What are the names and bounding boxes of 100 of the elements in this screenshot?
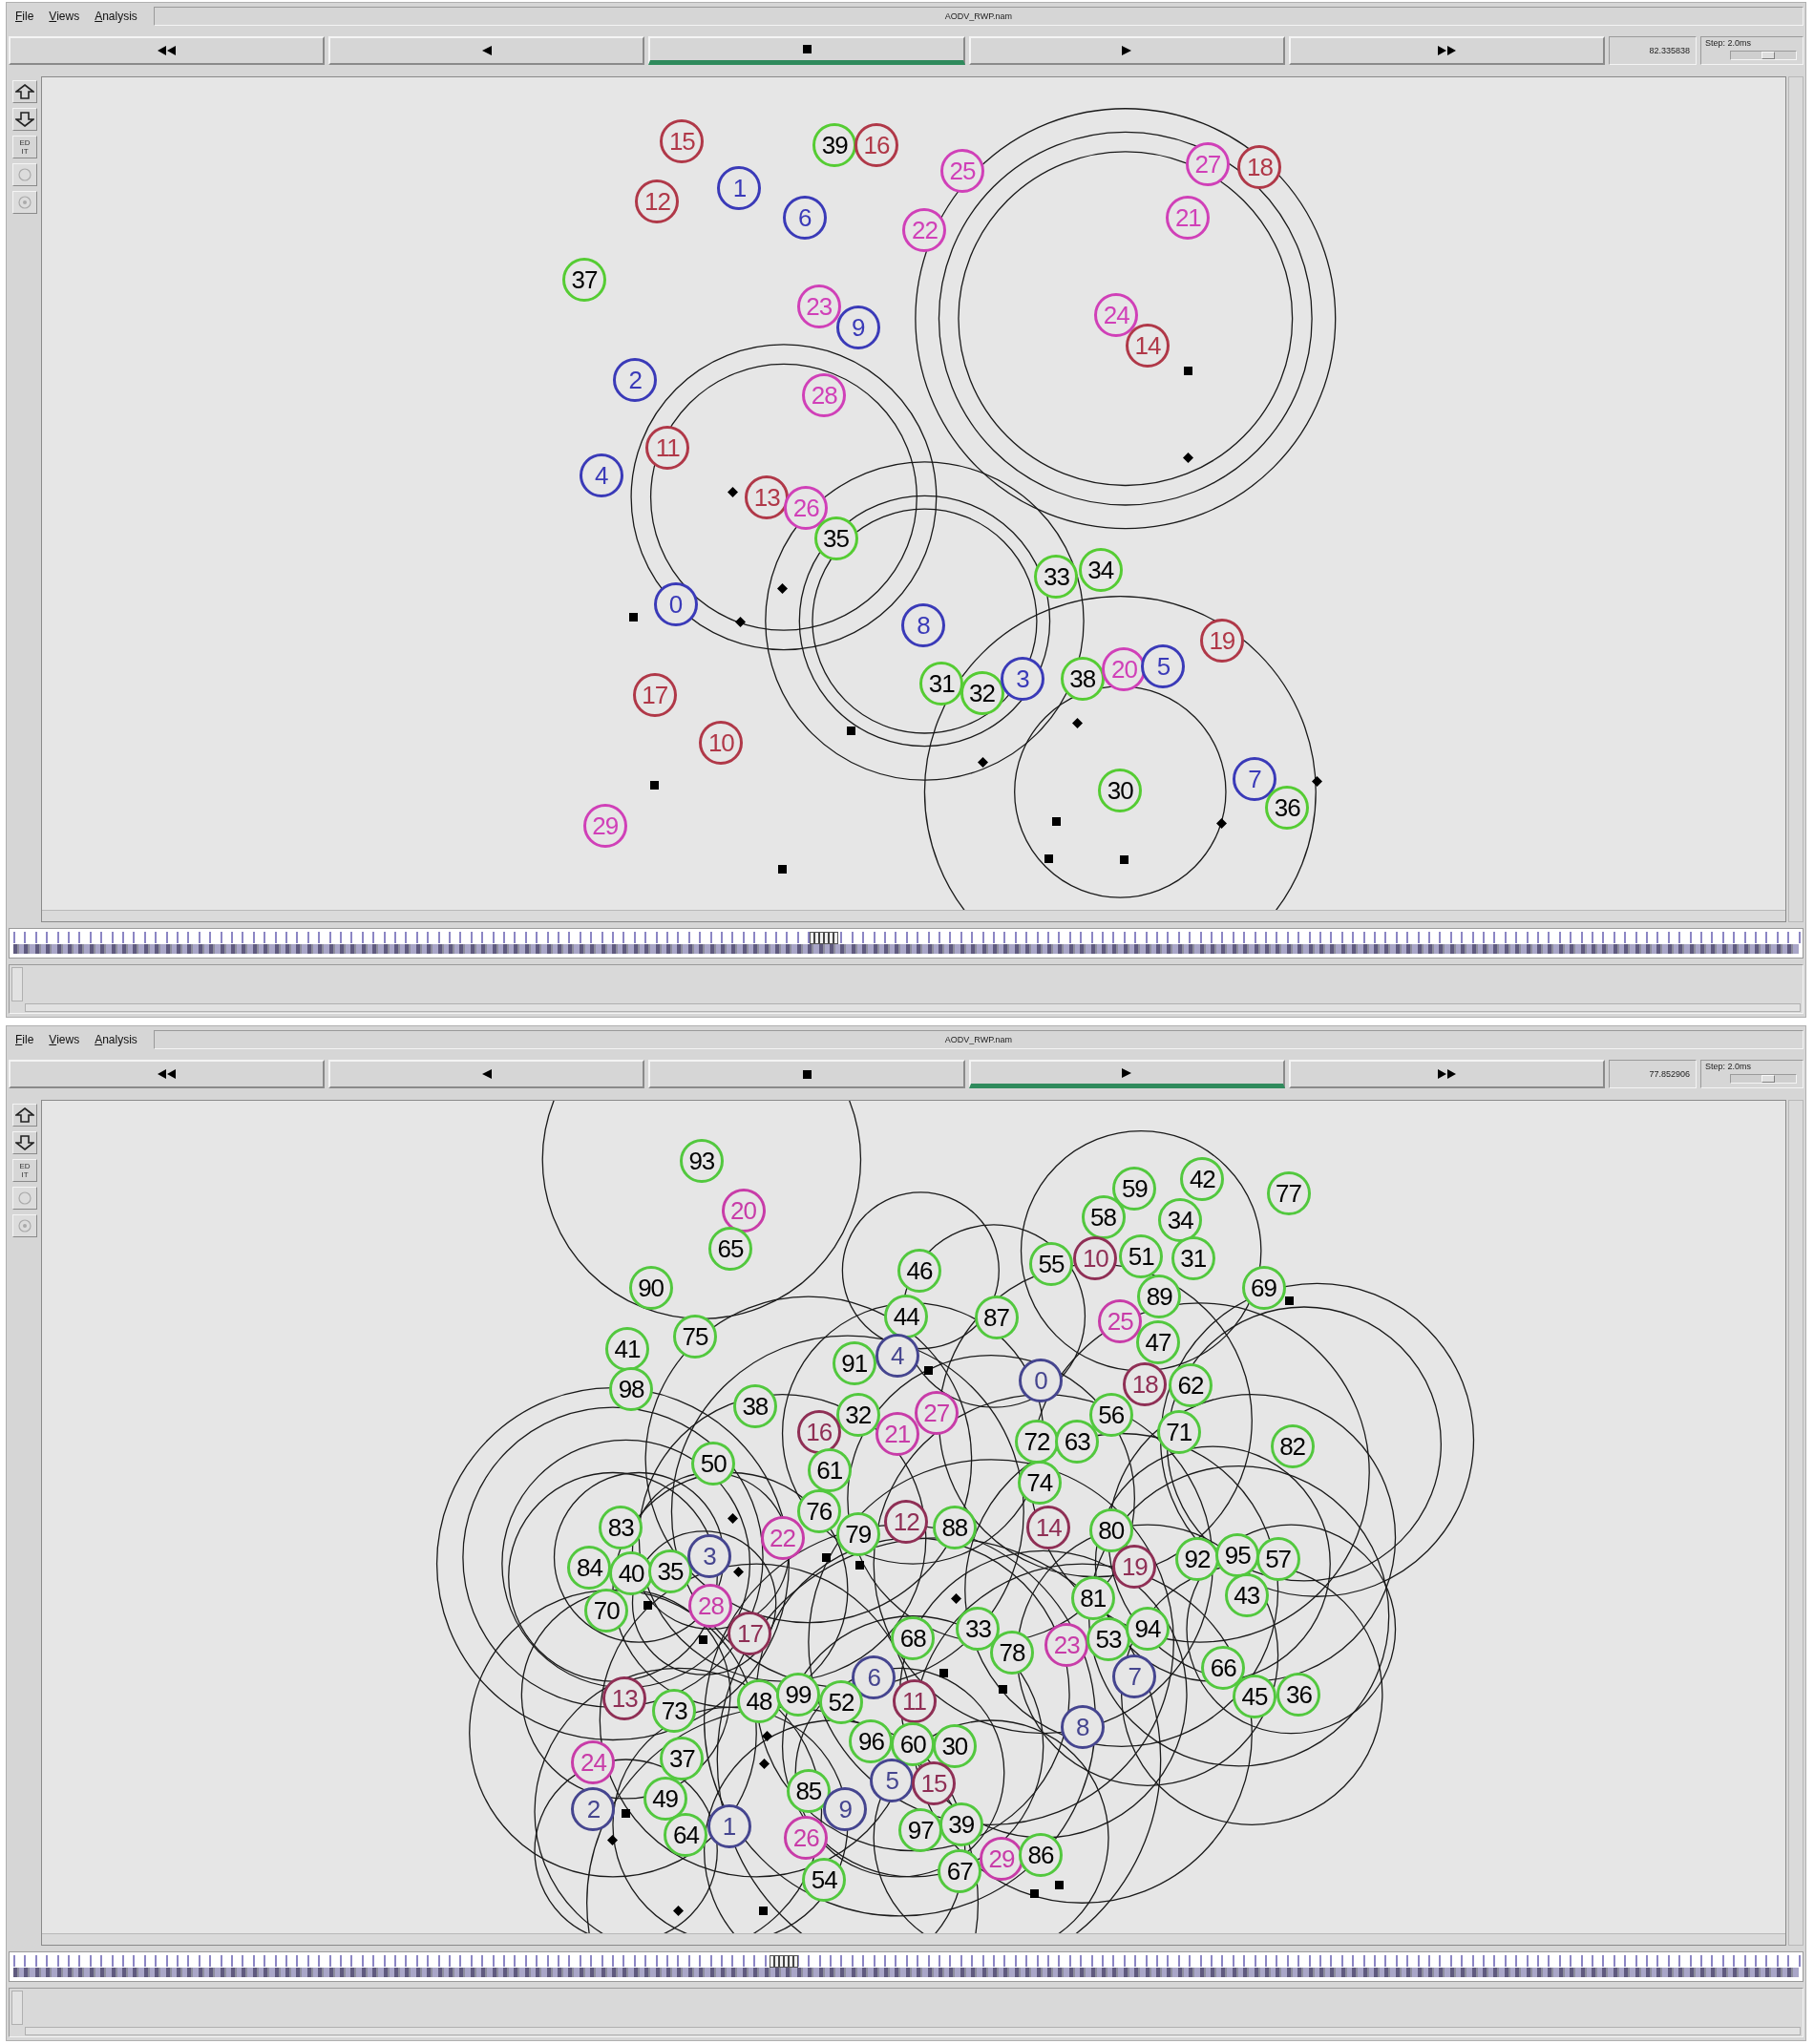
network-node: 33 — [1034, 555, 1079, 600]
horizontal-scrollbar[interactable] — [25, 1003, 1801, 1012]
menu-item[interactable]: File — [9, 1033, 41, 1046]
slider-thumb[interactable] — [810, 932, 839, 944]
time-slider[interactable] — [9, 928, 1803, 959]
network-node: 0 — [1019, 1358, 1063, 1402]
network-node: 2 — [571, 1786, 616, 1831]
zoom-out-button[interactable] — [12, 1131, 37, 1154]
rewind-button[interactable] — [9, 36, 326, 65]
menu-item[interactable]: Analysis — [88, 1033, 144, 1046]
play-backward-button[interactable] — [328, 36, 645, 65]
menu-item[interactable]: Views — [42, 1033, 87, 1046]
network-node: 76 — [796, 1489, 841, 1534]
time-slider[interactable] — [9, 1951, 1803, 1982]
network-node: 17 — [728, 1611, 772, 1655]
fast-forward-button[interactable] — [1288, 1060, 1605, 1088]
fast-forward-button[interactable] — [1288, 36, 1605, 65]
play-button[interactable] — [968, 36, 1285, 65]
network-node: 37 — [561, 257, 606, 302]
zoom-in-button[interactable] — [12, 1104, 37, 1127]
vertical-scrollbar[interactable] — [11, 1991, 23, 2025]
diamond-marker-icon — [728, 1512, 739, 1524]
network-node: 19 — [1112, 1544, 1157, 1589]
network-node: 95 — [1215, 1532, 1260, 1577]
fast-forward-icon — [1437, 1069, 1457, 1079]
network-node: 36 — [1276, 1672, 1321, 1717]
network-node: 21 — [875, 1411, 919, 1456]
network-node: 35 — [648, 1549, 693, 1594]
fast-forward-icon — [1437, 46, 1457, 55]
play-button[interactable] — [968, 1060, 1285, 1088]
horizontal-scrollbar[interactable] — [42, 910, 1785, 921]
square-marker-icon — [924, 1366, 934, 1376]
up-arrow-icon — [15, 1107, 34, 1123]
network-node: 65 — [707, 1226, 752, 1271]
diamond-marker-icon — [761, 1730, 772, 1741]
network-node: 97 — [898, 1807, 943, 1852]
edit-button[interactable]: EDIT — [12, 136, 37, 158]
network-node: 7 — [1112, 1654, 1157, 1698]
network-node: 12 — [635, 179, 680, 223]
network-node: 28 — [802, 373, 847, 418]
network-node: 34 — [1078, 548, 1123, 593]
circle-icon — [18, 168, 32, 181]
network-node: 6 — [782, 196, 827, 241]
network-node: 23 — [796, 284, 841, 329]
network-node: 86 — [1019, 1832, 1063, 1877]
network-node: 3 — [1000, 656, 1044, 701]
square-marker-icon — [698, 1634, 707, 1644]
network-node: 99 — [775, 1672, 820, 1717]
network-node: 24 — [571, 1739, 616, 1784]
network-node: 10 — [699, 720, 744, 765]
network-node: 93 — [679, 1139, 724, 1184]
horizontal-scrollbar[interactable] — [25, 2027, 1801, 2035]
vertical-scrollbar[interactable] — [1788, 76, 1803, 922]
zoom-out-button[interactable] — [12, 108, 37, 131]
rewind-button[interactable] — [9, 1060, 326, 1088]
network-node: 91 — [832, 1340, 876, 1385]
circle-icon — [18, 1191, 32, 1205]
edit-button[interactable]: EDIT — [12, 1159, 37, 1182]
down-arrow-icon — [15, 1135, 34, 1150]
play-icon — [1122, 46, 1132, 55]
network-node: 55 — [1028, 1241, 1073, 1286]
network-node: 22 — [760, 1515, 805, 1560]
step-slider[interactable] — [1730, 1074, 1797, 1084]
down-arrow-icon — [15, 112, 34, 127]
network-node: 38 — [732, 1383, 777, 1428]
diamond-marker-icon — [777, 582, 789, 594]
square-marker-icon — [1029, 1889, 1039, 1899]
network-node: 69 — [1241, 1265, 1286, 1310]
network-node: 25 — [940, 149, 985, 194]
network-node: 66 — [1201, 1646, 1246, 1691]
diamond-marker-icon — [1071, 717, 1083, 728]
square-marker-icon — [1044, 853, 1053, 863]
vertical-scrollbar[interactable] — [1788, 1100, 1803, 1946]
network-node: 25 — [1098, 1299, 1143, 1344]
horizontal-scrollbar[interactable] — [42, 1933, 1785, 1945]
network-node: 81 — [1070, 1575, 1115, 1620]
menu-item[interactable]: Views — [42, 10, 87, 23]
network-node: 14 — [1126, 324, 1170, 369]
slider-thumb[interactable] — [769, 1955, 798, 1968]
network-node: 63 — [1055, 1419, 1100, 1464]
stop-button[interactable] — [648, 36, 965, 65]
network-node: 51 — [1119, 1233, 1164, 1278]
menu-item[interactable]: File — [9, 10, 41, 23]
stop-icon — [802, 45, 812, 53]
up-arrow-icon — [15, 84, 34, 99]
stop-button[interactable] — [648, 1060, 965, 1088]
diamond-marker-icon — [672, 1905, 684, 1916]
step-slider[interactable] — [1730, 51, 1797, 60]
network-node: 18 — [1123, 1361, 1168, 1406]
square-marker-icon — [1051, 817, 1061, 827]
diamond-marker-icon — [758, 1758, 770, 1769]
network-node: 39 — [812, 122, 857, 167]
stop-icon — [802, 1069, 812, 1079]
network-node: 89 — [1137, 1275, 1182, 1319]
square-marker-icon — [939, 1669, 949, 1678]
menu-item[interactable]: Analysis — [88, 10, 144, 23]
diamond-marker-icon — [607, 1835, 619, 1846]
vertical-scrollbar[interactable] — [11, 967, 23, 1001]
play-backward-button[interactable] — [328, 1060, 645, 1088]
zoom-in-button[interactable] — [12, 80, 37, 103]
